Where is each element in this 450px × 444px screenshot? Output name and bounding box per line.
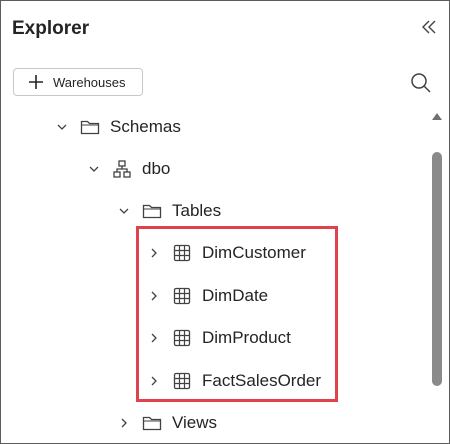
scrollbar-thumb[interactable] — [432, 152, 442, 386]
tree-node-label: dbo — [142, 159, 171, 178]
chevron-down-icon[interactable] — [56, 121, 68, 133]
folder-icon — [142, 413, 162, 433]
tree-node-label: Tables — [172, 201, 222, 220]
highlight-box — [136, 226, 338, 402]
collapse-panel-button[interactable] — [416, 14, 442, 40]
chevron-down-icon[interactable] — [88, 163, 100, 175]
tree-node-label: Views — [172, 413, 218, 432]
chevron-down-icon[interactable] — [118, 205, 130, 217]
search-button[interactable] — [408, 70, 434, 96]
add-warehouses-label: Warehouses — [53, 74, 126, 90]
panel-title: Explorer — [12, 18, 90, 39]
search-icon — [411, 73, 431, 93]
plus-icon — [29, 75, 43, 89]
tree-node-label: Schemas — [110, 117, 181, 136]
schema-icon — [112, 159, 132, 179]
collapse-icon — [422, 20, 436, 34]
tree-node-dbo[interactable]: dbo — [88, 157, 170, 181]
add-warehouses-button[interactable]: Warehouses — [13, 68, 143, 96]
folder-icon — [142, 201, 162, 221]
chevron-right-icon[interactable] — [118, 417, 130, 429]
tree-node-views[interactable]: Views — [118, 411, 217, 435]
scroll-up-arrow-icon[interactable] — [432, 113, 442, 120]
tree-node-schemas[interactable]: Schemas — [56, 115, 181, 139]
folder-icon — [80, 117, 100, 137]
tree-node-tables[interactable]: Tables — [118, 199, 221, 223]
